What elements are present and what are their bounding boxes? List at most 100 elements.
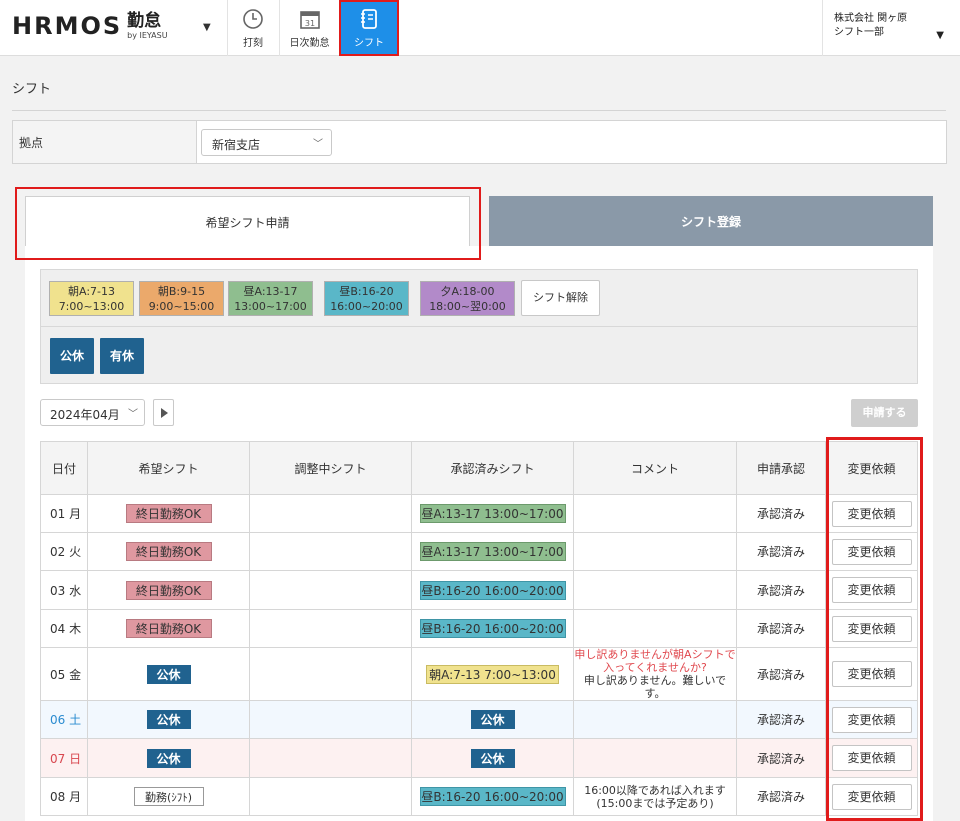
chip-hiru-b[interactable]: 昼B:16-20 16:00~20:00 <box>324 281 409 316</box>
chip-time: 13:00~17:00 <box>234 300 307 313</box>
header-approved: 承認済みシフト <box>411 441 574 495</box>
comment-cell <box>573 738 737 778</box>
wish-tag: 終日勤務OK <box>125 542 212 561</box>
action-cell: 変更依頼 <box>825 700 918 739</box>
chip-asa-a[interactable]: 朝A:7-13 7:00~13:00 <box>49 281 134 316</box>
month-select[interactable]: 2024年04月 ﹀ <box>40 399 145 426</box>
location-value: 新宿支店 <box>212 138 261 152</box>
change-request-button[interactable]: 変更依頼 <box>831 661 912 687</box>
change-request-button[interactable]: 変更依頼 <box>831 745 912 771</box>
clear-shift-button[interactable]: シフト解除 <box>521 280 600 316</box>
submit-request-button[interactable]: 申請する <box>851 399 918 427</box>
table-row: 01 月 終日勤務OK 昼A:13-17 13:00~17:00 承認済み 変更… <box>40 494 918 533</box>
action-cell: 変更依頼 <box>825 570 918 610</box>
wish-cell[interactable]: 終日勤務OK <box>87 532 250 571</box>
approved-tag: 朝A:7-13 7:00~13:00 <box>426 664 559 684</box>
adjusting-cell <box>249 532 412 571</box>
approved-tag: 昼B:16-20 16:00~20:00 <box>419 619 566 638</box>
wish-cell[interactable]: 終日勤務OK <box>87 494 250 533</box>
month-value: 2024年04月 <box>50 408 120 422</box>
account-menu[interactable]: 株式会社 関ヶ原 シフト一部 ▼ <box>822 0 960 56</box>
approved-cell: 昼B:16-20 16:00~20:00 <box>411 777 574 816</box>
title-divider <box>12 110 946 111</box>
action-cell: 変更依頼 <box>825 532 918 571</box>
page-title: シフト <box>12 82 52 97</box>
chip-yu-a[interactable]: 夕A:18-00 18:00~翌0:00 <box>420 281 515 316</box>
logo-byline: by IEYASU <box>127 31 168 40</box>
tab-shift-register[interactable]: シフト登録 <box>489 196 933 246</box>
calendar-icon: 31 <box>299 10 320 29</box>
shift-table: 日付 希望シフト 調整中シフト 承認済みシフト コメント 申請承認 変更依頼 0… <box>40 441 918 816</box>
comment-cell <box>573 700 737 739</box>
adjusting-cell <box>249 777 412 816</box>
status-cell: 承認済み <box>736 494 826 533</box>
approved-cell: 昼B:16-20 16:00~20:00 <box>411 570 574 610</box>
wish-tag: 公休 <box>146 664 191 684</box>
chip-hiru-a[interactable]: 昼A:13-17 13:00~17:00 <box>228 281 313 316</box>
wish-cell[interactable]: 公休 <box>87 700 250 739</box>
top-bar: HRMOS 勤怠 by IEYASU ▼ 打刻 31 日次勤怠 シフト 株式会社… <box>0 0 960 56</box>
row-date: 08 月 <box>40 777 88 816</box>
wish-cell[interactable]: 終日勤務OK <box>87 609 250 648</box>
comment-cell <box>573 532 737 571</box>
nav-shift[interactable]: シフト <box>339 0 399 56</box>
table-row: 02 火 終日勤務OK 昼A:13-17 13:00~17:00 承認済み 変更… <box>40 532 918 571</box>
header-adjusting: 調整中シフト <box>249 441 412 495</box>
approved-tag: 公休 <box>470 748 515 768</box>
row-date: 07 日 <box>40 738 88 778</box>
public-holiday-button[interactable]: 公休 <box>50 338 94 374</box>
chip-asa-b[interactable]: 朝B:9-15 9:00~15:00 <box>139 281 224 316</box>
company-name: 株式会社 関ヶ原 <box>834 13 908 24</box>
adjusting-cell <box>249 700 412 739</box>
paid-leave-button[interactable]: 有休 <box>100 338 144 374</box>
clock-icon <box>243 8 263 29</box>
wish-cell[interactable]: 終日勤務OK <box>87 570 250 610</box>
status-cell: 承認済み <box>736 609 826 648</box>
action-cell: 変更依頼 <box>825 609 918 648</box>
wish-cell[interactable]: 公休 <box>87 647 250 701</box>
approved-cell: 朝A:7-13 7:00~13:00 <box>411 647 574 701</box>
adjusting-cell <box>249 570 412 610</box>
next-month-button[interactable] <box>153 399 174 426</box>
nav-shift-label: シフト <box>354 37 384 49</box>
approved-tag: 公休 <box>470 710 515 729</box>
approved-tag: 昼A:13-17 13:00~17:00 <box>419 542 566 561</box>
chip-name: 朝A:7-13 <box>67 285 115 298</box>
status-cell: 承認済み <box>736 700 826 739</box>
change-request-button[interactable]: 変更依頼 <box>831 577 912 603</box>
app-logo[interactable]: HRMOS 勤怠 by IEYASU <box>12 12 168 40</box>
comment-cell: 16:00以降であれば入れます(15:00までは予定あり) <box>573 777 737 816</box>
location-filter: 拠点 新宿支店 ﹀ <box>12 120 947 164</box>
status-cell: 承認済み <box>736 647 826 701</box>
change-request-button[interactable]: 変更依頼 <box>831 615 912 642</box>
adjusting-cell <box>249 494 412 533</box>
row-date: 02 火 <box>40 532 88 571</box>
action-cell: 変更依頼 <box>825 738 918 778</box>
change-request-button[interactable]: 変更依頼 <box>831 500 912 527</box>
wish-tag: 終日勤務OK <box>125 580 212 600</box>
wish-cell[interactable]: 公休 <box>87 738 250 778</box>
status-cell: 承認済み <box>736 777 826 816</box>
change-request-button[interactable]: 変更依頼 <box>831 706 912 733</box>
manager-comment: 申し訳ありませんが朝Aシフトで入ってくれませんか? <box>574 648 736 674</box>
table-row: 06 土 公休 公休 承認済み 変更依頼 <box>40 700 918 739</box>
location-select[interactable]: 新宿支店 ﹀ <box>201 129 332 156</box>
nav-daily[interactable]: 31 日次勤怠 <box>280 0 339 56</box>
status-cell: 承認済み <box>736 738 826 778</box>
tab-wish-shift[interactable]: 希望シフト申請 <box>25 196 470 246</box>
nav-punch[interactable]: 打刻 <box>228 0 278 56</box>
wish-cell[interactable]: 勤務(ｼﾌﾄ) <box>87 777 250 816</box>
comment-cell: 申し訳ありませんが朝Aシフトで入ってくれませんか? 申し訳ありません。難しいです。 <box>573 647 737 701</box>
header-change-request: 変更依頼 <box>825 441 918 495</box>
adjusting-cell <box>249 738 412 778</box>
approved-cell: 昼A:13-17 13:00~17:00 <box>411 494 574 533</box>
app-switch-caret-icon[interactable]: ▼ <box>203 22 211 33</box>
row-date: 04 木 <box>40 609 88 648</box>
comment-cell <box>573 570 737 610</box>
approved-cell: 昼B:16-20 16:00~20:00 <box>411 609 574 648</box>
change-request-button[interactable]: 変更依頼 <box>831 783 912 810</box>
nav-punch-label: 打刻 <box>243 37 263 49</box>
change-request-button[interactable]: 変更依頼 <box>831 538 912 565</box>
chip-name: 朝B:9-15 <box>157 285 206 298</box>
approved-cell: 公休 <box>411 700 574 739</box>
